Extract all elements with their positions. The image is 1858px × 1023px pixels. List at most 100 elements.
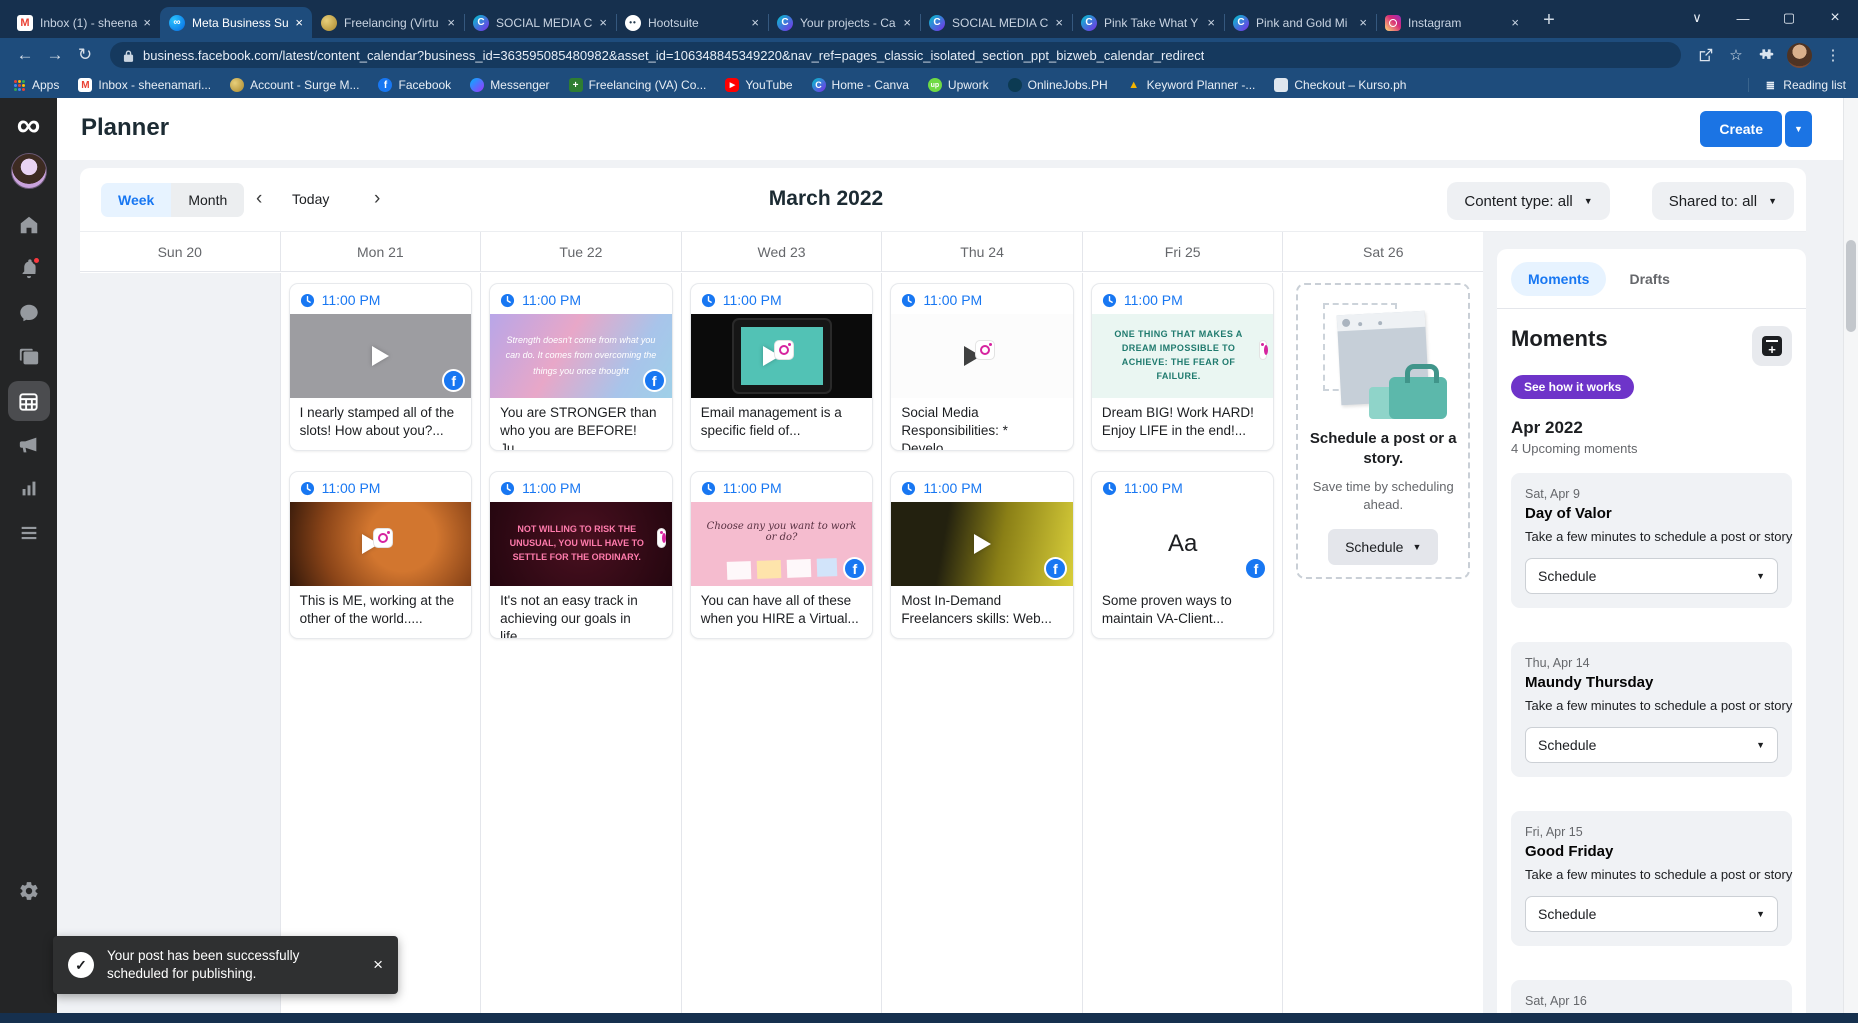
tab-title: Your projects - Ca [800, 15, 896, 30]
tab-search-icon[interactable]: ∨ [1674, 0, 1720, 36]
browser-tab[interactable]: C SOCIAL MEDIA C × [464, 7, 616, 38]
sidebar-item-more-menu[interactable] [8, 513, 50, 553]
shared-to-filter[interactable]: Shared to: all ▼ [1651, 182, 1794, 220]
thumbnail-overlay-text: ONE THING THAT MAKES A DREAM IMPOSSIBLE … [1114, 329, 1243, 381]
tab-close-icon[interactable]: × [295, 15, 303, 30]
content-type-filter[interactable]: Content type: all ▼ [1447, 182, 1610, 220]
scheduled-post-card[interactable]: 11:00 PM This is ME, working at the other… [288, 471, 473, 639]
bookmark-item[interactable]: f Facebook [378, 78, 451, 92]
day-column-fri: 11:00 PM ONE THING THAT MAKES A DREAM IMP… [1083, 273, 1284, 1013]
scrollbar-thumb[interactable] [1846, 240, 1856, 332]
bookmark-item[interactable]: OnlineJobs.PH [1007, 78, 1108, 92]
meta-logo[interactable]: ∞ [17, 108, 41, 141]
bookmark-item[interactable]: Apps [12, 78, 59, 92]
tab-title: Freelancing (Virtu [344, 15, 439, 30]
browser-tab[interactable]: C Pink Take What Y × [1072, 7, 1224, 38]
tab-close-icon[interactable]: × [1359, 15, 1367, 30]
bookmark-item[interactable]: Checkout – Kurso.ph [1274, 78, 1406, 92]
today-button[interactable]: Today [292, 191, 329, 207]
tab-moments[interactable]: Moments [1511, 262, 1607, 296]
back-button[interactable]: ← [10, 45, 40, 65]
sidebar-item-home[interactable] [8, 205, 50, 245]
day-column-sat: Schedule a post or a story. Save time by … [1283, 273, 1483, 1013]
success-toast: ✓ Your post has been successfully schedu… [53, 936, 398, 995]
bookmark-item[interactable]: + Freelancing (VA) Co... [568, 78, 706, 92]
bookmark-item[interactable]: ▶ YouTube [725, 78, 793, 92]
settings-icon[interactable] [8, 871, 50, 911]
bookmark-item[interactable]: up Upwork [927, 78, 989, 92]
extensions-icon[interactable] [1751, 48, 1781, 63]
close-window-button[interactable]: × [1812, 0, 1858, 36]
browser-tab[interactable]: C Your projects - Ca × [768, 7, 920, 38]
month-toggle[interactable]: Month [171, 183, 245, 217]
browser-tab[interactable]: ∞ Meta Business Sui × [160, 7, 312, 38]
scheduled-post-card[interactable]: 11:00 PM f Most In-Demand Freelancers skil… [890, 471, 1074, 639]
page-scrollbar[interactable] [1843, 98, 1858, 1013]
browser-tab[interactable]: •• Hootsuite × [616, 7, 768, 38]
scheduled-post-card[interactable]: 11:00 PM Aa f Some proven ways to maintain … [1090, 471, 1275, 639]
scheduled-post-card[interactable]: 11:00 PM NOT WILLING TO RISK THE UNUSUAL,… [489, 471, 673, 639]
promo-schedule-button[interactable]: Schedule ▼ [1328, 528, 1439, 565]
reading-list-button[interactable]: ≣ Reading list [1748, 78, 1846, 92]
bookmark-item[interactable]: C Home - Canva [811, 78, 909, 92]
sidebar-item-inbox-chat[interactable] [8, 293, 50, 333]
bookmark-item[interactable]: Messenger [470, 78, 550, 92]
scheduled-post-card[interactable]: 11:00 PM Social Media Responsibilities: *… [890, 283, 1074, 451]
sidebar-item-posts[interactable] [8, 337, 50, 377]
address-bar[interactable]: business.facebook.com/latest/content_cal… [110, 42, 1681, 68]
moment-schedule-button[interactable]: Schedule ▼ [1525, 896, 1778, 932]
page-avatar[interactable] [10, 153, 47, 189]
tab-close-icon[interactable]: × [1055, 15, 1063, 30]
scheduled-post-card[interactable]: 11:00 PM f I nearly stamped all of the slo… [288, 283, 473, 451]
tab-close-icon[interactable]: × [751, 15, 759, 30]
maximize-button[interactable]: ▢ [1766, 0, 1812, 36]
moment-schedule-button[interactable]: Schedule ▼ [1525, 727, 1778, 763]
bookmark-item[interactable]: Account - Surge M... [230, 78, 359, 92]
toast-close-icon[interactable]: × [373, 954, 383, 977]
tab-title: Inbox (1) - sheena [40, 15, 138, 30]
scheduled-post-card[interactable]: 11:00 PM Choose any you want to work or d… [689, 471, 874, 639]
browser-tab[interactable]: Freelancing (Virtu × [312, 7, 464, 38]
scheduled-post-card[interactable]: 11:00 PM Strength doesn't come from what … [489, 283, 673, 451]
forward-button[interactable]: → [40, 45, 70, 65]
tab-close-icon[interactable]: × [143, 15, 151, 30]
scheduled-post-card[interactable]: 11:00 PM Email management is a specific f… [689, 283, 874, 451]
tab-close-icon[interactable]: × [1207, 15, 1215, 30]
add-to-calendar-button[interactable] [1752, 326, 1792, 366]
tab-close-icon[interactable]: × [447, 15, 455, 30]
sidebar-item-notifications[interactable] [8, 249, 50, 289]
sidebar-item-planner[interactable] [7, 381, 50, 421]
week-toggle[interactable]: Week [101, 183, 172, 217]
browser-menu-icon[interactable]: ⋮ [1818, 46, 1848, 64]
bookmark-star-icon[interactable]: ☆ [1721, 46, 1751, 64]
create-dropdown-button[interactable]: ▼ [1785, 111, 1812, 147]
new-tab-button[interactable]: + [1534, 5, 1564, 35]
minimize-button[interactable]: — [1720, 0, 1766, 36]
facebook-badge-icon: f [442, 369, 466, 392]
browser-tab[interactable]: Instagram × [1376, 7, 1528, 38]
create-button[interactable]: Create [1700, 111, 1782, 147]
reload-button[interactable]: ↻ [70, 45, 100, 65]
sidebar-item-insights[interactable] [8, 469, 50, 509]
facebook-badge-icon: f [843, 557, 867, 580]
share-icon[interactable] [1691, 47, 1721, 63]
bookmark-item[interactable]: M Inbox - sheenamari... [78, 78, 211, 92]
see-how-it-works-badge[interactable]: See how it works [1511, 375, 1635, 399]
tab-drafts[interactable]: Drafts [1612, 262, 1686, 296]
scheduled-post-card[interactable]: 11:00 PM ONE THING THAT MAKES A DREAM IMP… [1090, 283, 1275, 451]
browser-tab[interactable]: C SOCIAL MEDIA C × [920, 7, 1072, 38]
bookmark-item[interactable]: ▲ Keyword Planner -... [1127, 78, 1255, 92]
schedule-promo-card[interactable]: Schedule a post or a story. Save time by … [1296, 283, 1471, 579]
post-caption: Some proven ways to maintain VA-Client..… [1101, 593, 1232, 627]
browser-tab[interactable]: C Pink and Gold Mi × [1224, 7, 1376, 38]
profile-avatar[interactable] [1787, 42, 1812, 68]
prev-week-icon[interactable]: ‹ [256, 189, 262, 208]
browser-tab[interactable]: M Inbox (1) - sheena × [8, 7, 160, 38]
tab-close-icon[interactable]: × [903, 15, 911, 30]
tab-close-icon[interactable]: × [599, 15, 607, 30]
next-week-icon[interactable]: › [374, 189, 380, 208]
post-caption: You can have all of these when you HIRE … [700, 593, 859, 627]
tab-close-icon[interactable]: × [1511, 15, 1519, 30]
sidebar-item-ads[interactable] [8, 425, 50, 465]
moment-schedule-button[interactable]: Schedule ▼ [1525, 558, 1778, 594]
